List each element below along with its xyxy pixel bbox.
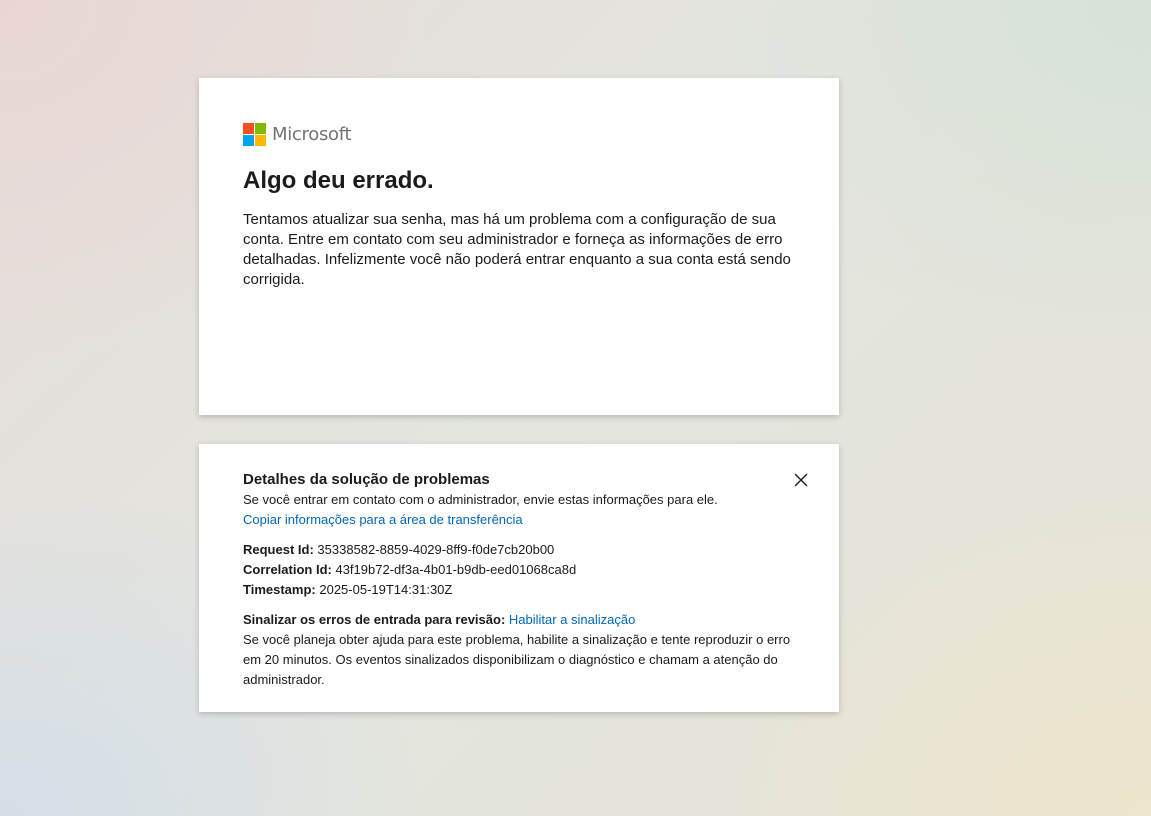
timestamp-row: Timestamp: 2025-05-19T14:31:30Z: [243, 580, 795, 600]
enable-flagging-link[interactable]: Habilitar a sinalização: [509, 612, 635, 627]
error-ids: Request Id: 35338582-8859-4029-8ff9-f0de…: [243, 540, 795, 600]
correlation-id-value: 43f19b72-df3a-4b01-b9db-eed01068ca8d: [335, 562, 577, 577]
page-title: Algo deu errado.: [243, 167, 434, 194]
troubleshooting-details-card: Detalhes da solução de problemas Se você…: [199, 444, 839, 712]
error-description: Tentamos atualizar sua senha, mas há um …: [243, 211, 791, 288]
flag-row: Sinalizar os erros de entrada para revis…: [243, 610, 795, 630]
details-title: Detalhes da solução de problemas: [243, 471, 490, 488]
correlation-id-label: Correlation Id:: [243, 562, 332, 577]
request-id-label: Request Id:: [243, 542, 314, 557]
logo-text: Microsoft: [272, 123, 352, 145]
flag-label: Sinalizar os erros de entrada para revis…: [243, 612, 506, 627]
flag-description: Se você planeja obter ajuda para este pr…: [243, 632, 791, 687]
request-id-row: Request Id: 35338582-8859-4029-8ff9-f0de…: [243, 540, 795, 560]
error-card: Microsoft Algo deu errado. Tentamos atua…: [199, 78, 839, 415]
correlation-id-row: Correlation Id: 43f19b72-df3a-4b01-b9db-…: [243, 560, 795, 580]
request-id-value: 35338582-8859-4029-8ff9-f0de7cb20b00: [317, 542, 555, 557]
close-icon[interactable]: [791, 470, 811, 490]
flag-section: Sinalizar os erros de entrada para revis…: [243, 610, 795, 690]
microsoft-logo-icon: [243, 122, 266, 146]
copy-to-clipboard-link[interactable]: Copiar informações para a área de transf…: [243, 512, 523, 527]
timestamp-label: Timestamp:: [243, 582, 316, 597]
microsoft-logo: Microsoft: [243, 122, 795, 146]
details-subtitle: Se você entrar em contato com o administ…: [243, 492, 718, 507]
timestamp-value: 2025-05-19T14:31:30Z: [319, 582, 453, 597]
